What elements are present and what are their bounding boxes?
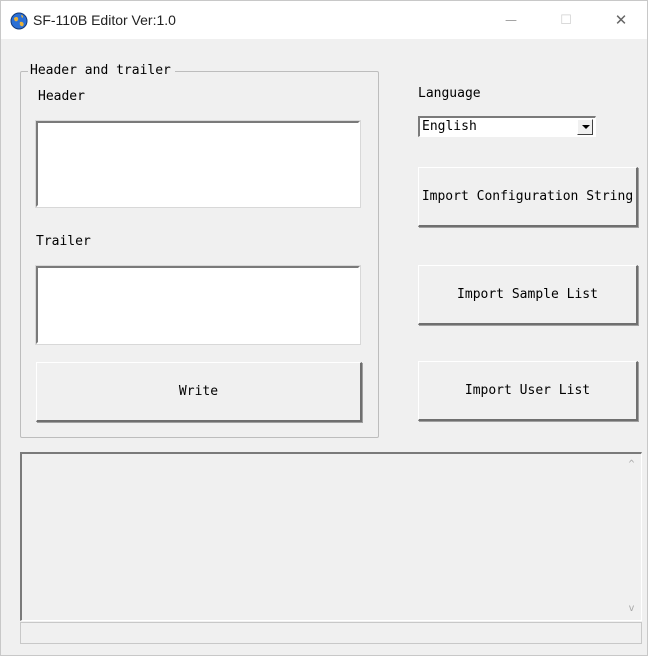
dropdown-button[interactable]: [577, 119, 593, 135]
trailer-label: Trailer: [36, 234, 91, 249]
close-button[interactable]: ✕: [598, 1, 644, 39]
language-selected-value: English: [422, 119, 477, 134]
import-sample-list-button[interactable]: Import Sample List: [418, 265, 638, 325]
header-input[interactable]: [35, 120, 361, 208]
log-textarea[interactable]: ^ v: [20, 452, 642, 621]
write-button[interactable]: Write: [36, 362, 362, 422]
minimize-button[interactable]: —: [488, 1, 534, 39]
import-configuration-button[interactable]: Import Configuration String: [418, 167, 638, 227]
minimize-icon: —: [505, 13, 517, 27]
import-user-list-button[interactable]: Import User List: [418, 361, 638, 421]
language-select[interactable]: English: [418, 116, 596, 137]
maximize-button[interactable]: ☐: [543, 1, 589, 39]
scroll-down-icon[interactable]: v: [623, 600, 640, 617]
chevron-down-icon: [582, 125, 590, 129]
globe-app-icon: [10, 12, 28, 30]
scroll-up-icon[interactable]: ^: [623, 456, 640, 473]
window-title: SF-110B Editor Ver:1.0: [33, 12, 176, 28]
group-legend: Header and trailer: [28, 63, 175, 79]
status-bar: [20, 622, 642, 644]
header-label: Header: [38, 89, 85, 104]
language-label: Language: [418, 86, 481, 101]
trailer-input[interactable]: [35, 265, 361, 345]
maximize-icon: ☐: [560, 12, 572, 28]
close-icon: ✕: [614, 11, 628, 29]
vertical-scrollbar[interactable]: ^ v: [623, 454, 640, 620]
